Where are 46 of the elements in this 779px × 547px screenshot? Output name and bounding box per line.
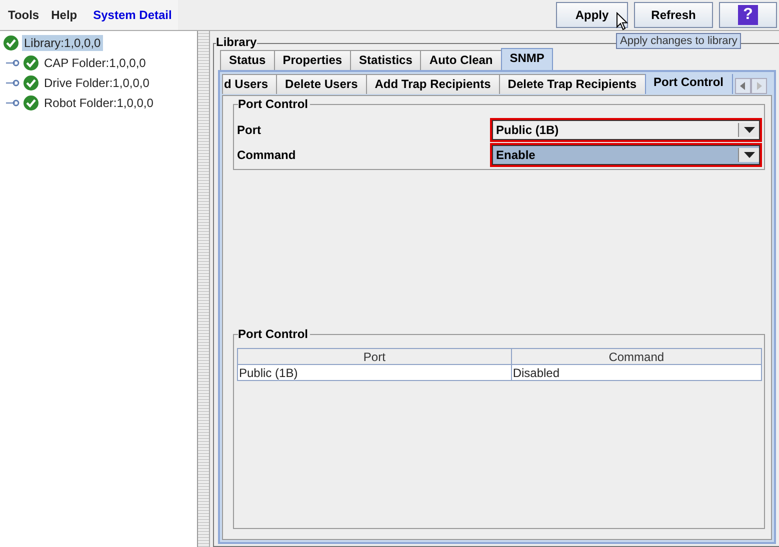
menu-item[interactable]: Tools — [8, 8, 40, 22]
field-label: Command — [237, 148, 296, 162]
toolbar-button[interactable]: Refresh — [634, 2, 713, 28]
table-cell: Disabled — [511, 364, 762, 380]
group-title: Library — [216, 35, 257, 49]
tab[interactable]: Auto Clean — [420, 50, 502, 70]
tab[interactable]: Status — [220, 50, 275, 70]
tab[interactable]: Delete Users — [276, 74, 367, 94]
field-label: Port — [237, 122, 261, 136]
column-header: Command — [511, 348, 762, 364]
left-arrow-icon — [740, 82, 746, 90]
tab[interactable]: Port Control — [644, 74, 732, 94]
tab[interactable]: Delete Trap Recipients — [498, 74, 646, 94]
right-arrow-icon — [756, 82, 762, 90]
check-icon — [23, 75, 39, 91]
group-title: Port Control — [238, 97, 310, 111]
tree-item[interactable]: Robot Folder:1,0,0,0 — [42, 95, 156, 111]
help-icon: ? — [738, 5, 758, 25]
system-detail-link[interactable]: System Detail — [93, 8, 172, 22]
tree-item[interactable]: Library:1,0,0,0 — [22, 35, 103, 51]
toolbar-button[interactable]: Apply — [556, 2, 628, 28]
tooltip: Apply changes to library — [616, 33, 742, 49]
column-header: Port — [238, 348, 512, 364]
expand-handle-icon[interactable] — [6, 99, 20, 107]
dropdown-arrow-icon — [744, 152, 754, 158]
group-title: Port Control — [238, 327, 310, 341]
check-icon — [23, 95, 39, 111]
tab[interactable]: Add Trap Recipients — [366, 74, 500, 94]
cursor-icon — [616, 12, 628, 31]
tab[interactable]: Properties — [274, 50, 352, 70]
dropdown[interactable]: Enable — [490, 142, 762, 166]
expand-handle-icon[interactable] — [6, 79, 20, 87]
menu-item[interactable]: Help — [51, 8, 78, 22]
tab[interactable]: d Users — [222, 74, 278, 94]
dropdown-arrow-icon — [744, 126, 754, 132]
scroll-left-button[interactable] — [734, 78, 750, 94]
dropdown[interactable]: Public (1B) — [490, 118, 762, 142]
tab[interactable]: SNMP — [500, 48, 554, 70]
table-cell: Public (1B) — [238, 364, 512, 380]
tab[interactable]: Statistics — [350, 50, 422, 70]
expand-handle-icon[interactable] — [6, 59, 20, 67]
help-button[interactable]: ? — [719, 2, 777, 28]
tree-item[interactable]: CAP Folder:1,0,0,0 — [42, 55, 148, 71]
tree-item[interactable]: Drive Folder:1,0,0,0 — [42, 75, 152, 91]
check-icon — [23, 55, 39, 71]
check-icon — [3, 35, 19, 51]
